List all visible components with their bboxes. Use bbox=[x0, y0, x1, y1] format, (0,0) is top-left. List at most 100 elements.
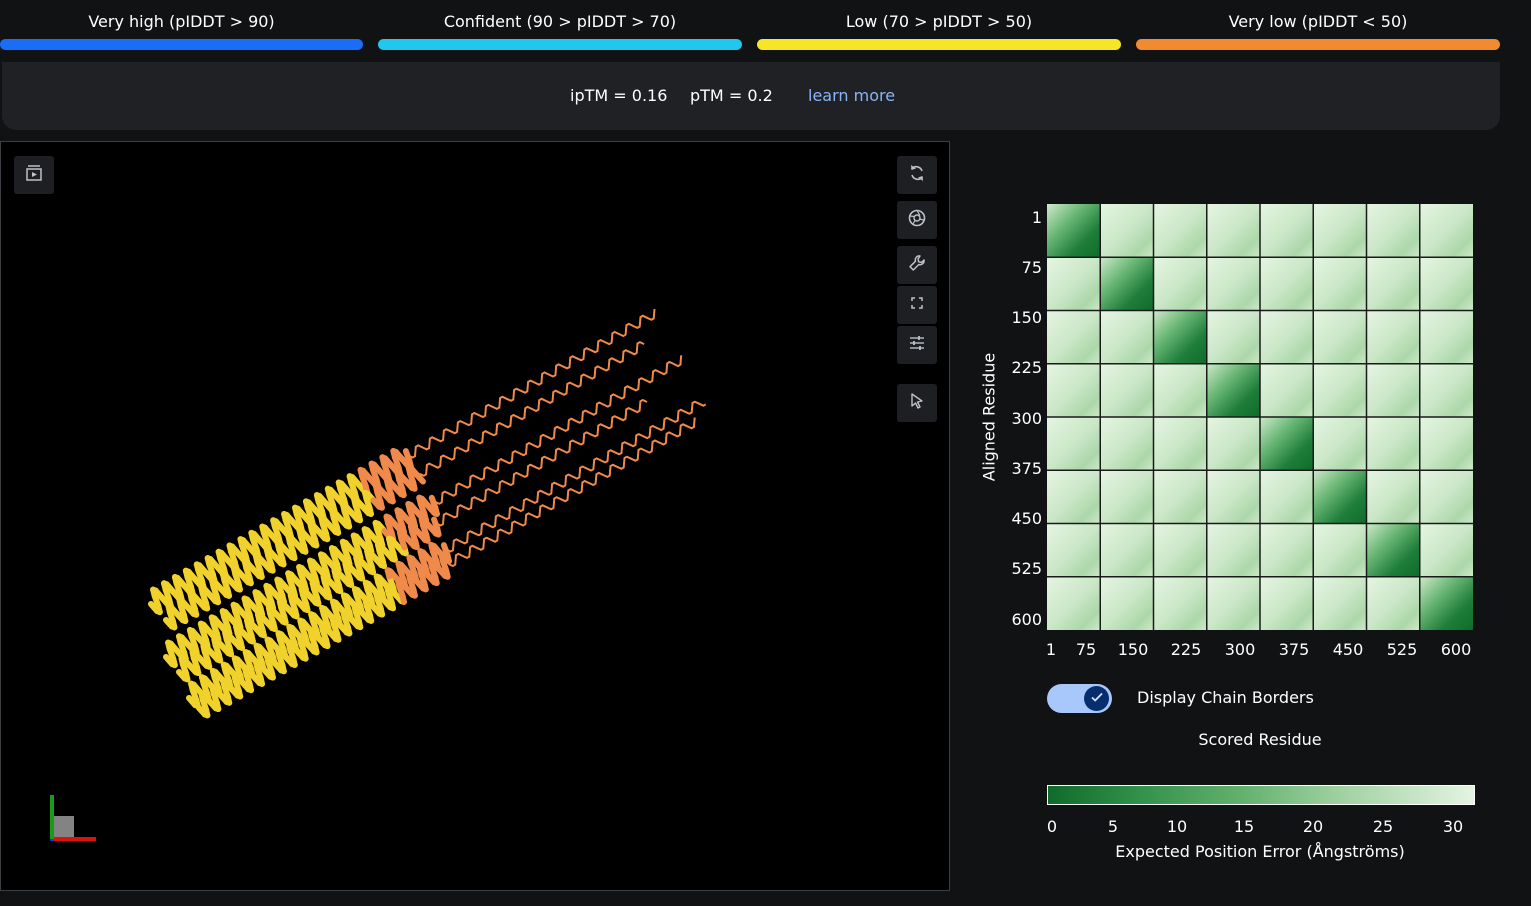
pae-block bbox=[1100, 470, 1154, 524]
colorbar-tick-label: 0 bbox=[1046, 817, 1058, 836]
y-tick-label: 75 bbox=[1021, 258, 1042, 277]
x-tick-label: 150 bbox=[1117, 640, 1149, 659]
camera-icon bbox=[907, 208, 927, 232]
legend-label: Confident (90 > pIDDT > 70) bbox=[443, 12, 677, 31]
settings-button[interactable] bbox=[897, 246, 937, 284]
pae-block bbox=[1100, 523, 1154, 577]
colorbar-tick-label: 20 bbox=[1302, 817, 1324, 836]
learn-more-link[interactable]: learn more bbox=[808, 86, 895, 105]
pae-block bbox=[1313, 576, 1367, 630]
legend-label: Low (70 > pIDDT > 50) bbox=[845, 12, 1033, 31]
pae-block bbox=[1206, 417, 1260, 471]
fullscreen-icon bbox=[907, 293, 927, 317]
colorbar-tick-label: 15 bbox=[1233, 817, 1255, 836]
wrench-icon bbox=[907, 253, 927, 277]
y-tick-label: 375 bbox=[1011, 459, 1042, 478]
pae-block bbox=[1313, 204, 1367, 258]
x-tick-label: 300 bbox=[1224, 640, 1256, 659]
pae-block bbox=[1419, 204, 1473, 258]
pae-block-diagonal bbox=[1206, 363, 1260, 417]
pointer-icon bbox=[907, 391, 927, 415]
pae-block bbox=[1419, 523, 1473, 577]
pae-block-diagonal bbox=[1313, 470, 1367, 524]
pae-block bbox=[1153, 470, 1207, 524]
pae-block-diagonal bbox=[1419, 576, 1473, 630]
pae-block bbox=[1419, 470, 1473, 524]
colorbar-tick-label: 25 bbox=[1372, 817, 1394, 836]
pae-block bbox=[1419, 363, 1473, 417]
legend-color-bar bbox=[0, 39, 363, 50]
pae-colorbar bbox=[1047, 785, 1475, 805]
play-panel-button[interactable] bbox=[14, 156, 54, 194]
pae-block bbox=[1313, 257, 1367, 311]
pae-block bbox=[1100, 417, 1154, 471]
x-tick-label: 450 bbox=[1332, 640, 1364, 659]
pae-block bbox=[1206, 470, 1260, 524]
pae-block bbox=[1366, 310, 1420, 364]
pae-block bbox=[1206, 257, 1260, 311]
pae-plot bbox=[960, 150, 1520, 890]
legend-label: Very high (pIDDT > 90) bbox=[88, 12, 275, 31]
pae-block bbox=[1313, 310, 1367, 364]
pae-block bbox=[1366, 257, 1420, 311]
pae-block bbox=[1100, 204, 1154, 258]
colorbar-tick-label: 30 bbox=[1442, 817, 1464, 836]
pae-block bbox=[1366, 204, 1420, 258]
pae-block bbox=[1047, 470, 1101, 524]
play-panel-icon bbox=[24, 163, 44, 187]
chain-borders-toggle[interactable] bbox=[1047, 684, 1112, 713]
pae-block bbox=[1419, 310, 1473, 364]
pae-block-diagonal bbox=[1260, 417, 1314, 471]
legend-color-bar bbox=[757, 39, 1121, 50]
legend-confident: Confident (90 > pIDDT > 70) bbox=[378, 8, 742, 52]
legend-label: Very low (pIDDT < 50) bbox=[1228, 12, 1408, 31]
iptm-value: ipTM = 0.16 bbox=[570, 86, 668, 105]
pae-block bbox=[1260, 576, 1314, 630]
pae-block bbox=[1260, 523, 1314, 577]
pae-block bbox=[1206, 310, 1260, 364]
screenshot-button[interactable] bbox=[897, 201, 937, 239]
pae-heatmap[interactable] bbox=[960, 150, 1520, 890]
pae-block bbox=[1206, 204, 1260, 258]
controls-button[interactable] bbox=[897, 326, 937, 364]
colorbar-tick-label: 10 bbox=[1166, 817, 1188, 836]
x-tick-label: 75 bbox=[1075, 640, 1097, 659]
y-tick-label: 450 bbox=[1011, 509, 1042, 528]
legend-color-bar bbox=[1136, 39, 1500, 50]
pae-block bbox=[1260, 470, 1314, 524]
select-mode-button[interactable] bbox=[897, 384, 937, 422]
rotate-button[interactable] bbox=[897, 156, 937, 194]
ptm-value: pTM = 0.2 bbox=[690, 86, 773, 105]
x-tick-label: 375 bbox=[1278, 640, 1310, 659]
toggle-knob bbox=[1084, 686, 1109, 711]
y-tick-label: 600 bbox=[1011, 610, 1042, 629]
pae-block bbox=[1100, 363, 1154, 417]
y-tick-label: 150 bbox=[1011, 308, 1042, 327]
pae-block bbox=[1260, 310, 1314, 364]
legend-low: Low (70 > pIDDT > 50) bbox=[757, 8, 1121, 52]
pae-block bbox=[1260, 204, 1314, 258]
pae-block bbox=[1366, 417, 1420, 471]
pae-block bbox=[1153, 576, 1207, 630]
pae-block bbox=[1419, 257, 1473, 311]
chain-borders-label: Display Chain Borders bbox=[1137, 688, 1314, 707]
rotate-icon bbox=[907, 163, 927, 187]
colorbar-label: Expected Position Error (Ångströms) bbox=[1115, 842, 1405, 861]
confidence-metrics-panel: ipTM = 0.16 pTM = 0.2 learn more bbox=[2, 62, 1500, 130]
sliders-icon bbox=[907, 333, 927, 357]
pae-block bbox=[1047, 523, 1101, 577]
pae-block bbox=[1153, 523, 1207, 577]
x-tick-label: 225 bbox=[1170, 640, 1202, 659]
colorbar-tick-label: 5 bbox=[1107, 817, 1119, 836]
check-icon bbox=[1090, 689, 1104, 708]
pae-block bbox=[1100, 576, 1154, 630]
pae-block bbox=[1313, 523, 1367, 577]
pae-block bbox=[1366, 576, 1420, 630]
pae-block bbox=[1260, 363, 1314, 417]
fullscreen-button[interactable] bbox=[897, 286, 937, 324]
pae-x-axis-label: Scored Residue bbox=[1198, 730, 1322, 749]
structure-viewer[interactable] bbox=[0, 141, 950, 891]
pae-block bbox=[1153, 204, 1207, 258]
structure-canvas[interactable] bbox=[1, 142, 949, 890]
protein-structure bbox=[148, 308, 707, 719]
